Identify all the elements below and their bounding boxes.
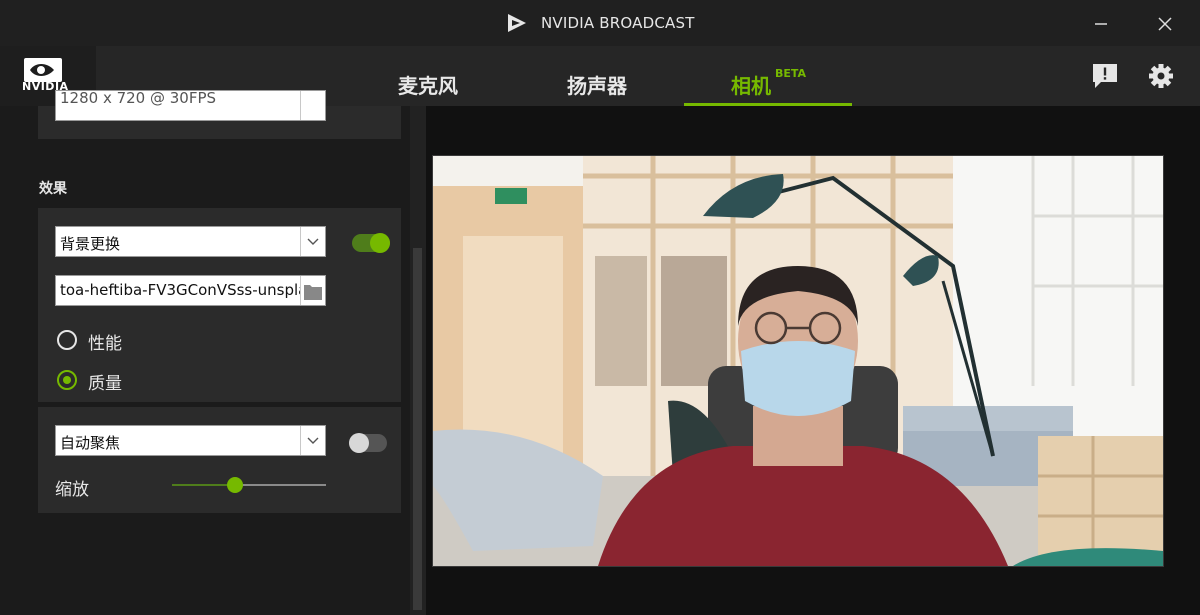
slider-thumb[interactable] bbox=[227, 477, 244, 493]
chevron-down-icon bbox=[300, 91, 325, 120]
resolution-dropdown[interactable]: 1280 x 720 @ 30FPS bbox=[55, 90, 326, 121]
camera-preview bbox=[432, 155, 1164, 567]
effect2-dropdown[interactable]: 自动聚焦 bbox=[55, 425, 326, 456]
effects-heading: 效果 bbox=[39, 181, 67, 197]
zoom-slider[interactable] bbox=[172, 475, 326, 495]
beta-badge: BETA bbox=[775, 67, 807, 80]
background-file-name: toa-heftiba-FV3GConVSss-unsplash bbox=[60, 281, 325, 299]
app-title: NVIDIA BROADCAST bbox=[541, 14, 695, 32]
effect1-toggle[interactable] bbox=[352, 233, 390, 253]
radio-label: 质量 bbox=[88, 374, 122, 394]
tab-camera[interactable]: 相机 bbox=[731, 70, 771, 99]
toggle-knob bbox=[370, 233, 390, 253]
resolution-value: 1280 x 720 @ 30FPS bbox=[60, 90, 217, 107]
radio-label: 性能 bbox=[88, 334, 122, 354]
radio-circle bbox=[57, 370, 77, 390]
radio-circle bbox=[57, 330, 77, 350]
minimize-icon[interactable] bbox=[1088, 11, 1114, 37]
effect2-toggle[interactable] bbox=[349, 433, 387, 453]
feedback-icon[interactable] bbox=[1092, 63, 1118, 89]
toggle-knob bbox=[349, 433, 369, 453]
radio-selected-dot bbox=[63, 376, 71, 384]
slider-fill bbox=[172, 484, 236, 486]
close-icon[interactable] bbox=[1152, 11, 1178, 37]
effect-card-2 bbox=[38, 407, 401, 513]
gear-icon[interactable] bbox=[1147, 62, 1175, 90]
tab-microphone[interactable]: 麦克风 bbox=[398, 70, 458, 99]
folder-icon[interactable] bbox=[300, 276, 325, 305]
zoom-label: 缩放 bbox=[55, 480, 89, 500]
effect2-value: 自动聚焦 bbox=[60, 434, 121, 452]
background-file-input[interactable]: toa-heftiba-FV3GConVSss-unsplash bbox=[55, 275, 326, 306]
chevron-down-icon bbox=[300, 227, 325, 256]
effect1-value: 背景更换 bbox=[60, 235, 121, 253]
chevron-down-icon bbox=[300, 426, 325, 455]
title-bar: NVIDIA BROADCAST bbox=[0, 0, 1200, 46]
camera-preview-image bbox=[433, 156, 1163, 566]
effect1-dropdown[interactable]: 背景更换 bbox=[55, 226, 326, 257]
scrollbar-thumb[interactable] bbox=[413, 248, 422, 610]
tab-speaker[interactable]: 扬声器 bbox=[567, 70, 627, 99]
broadcast-logo-icon bbox=[508, 14, 526, 32]
